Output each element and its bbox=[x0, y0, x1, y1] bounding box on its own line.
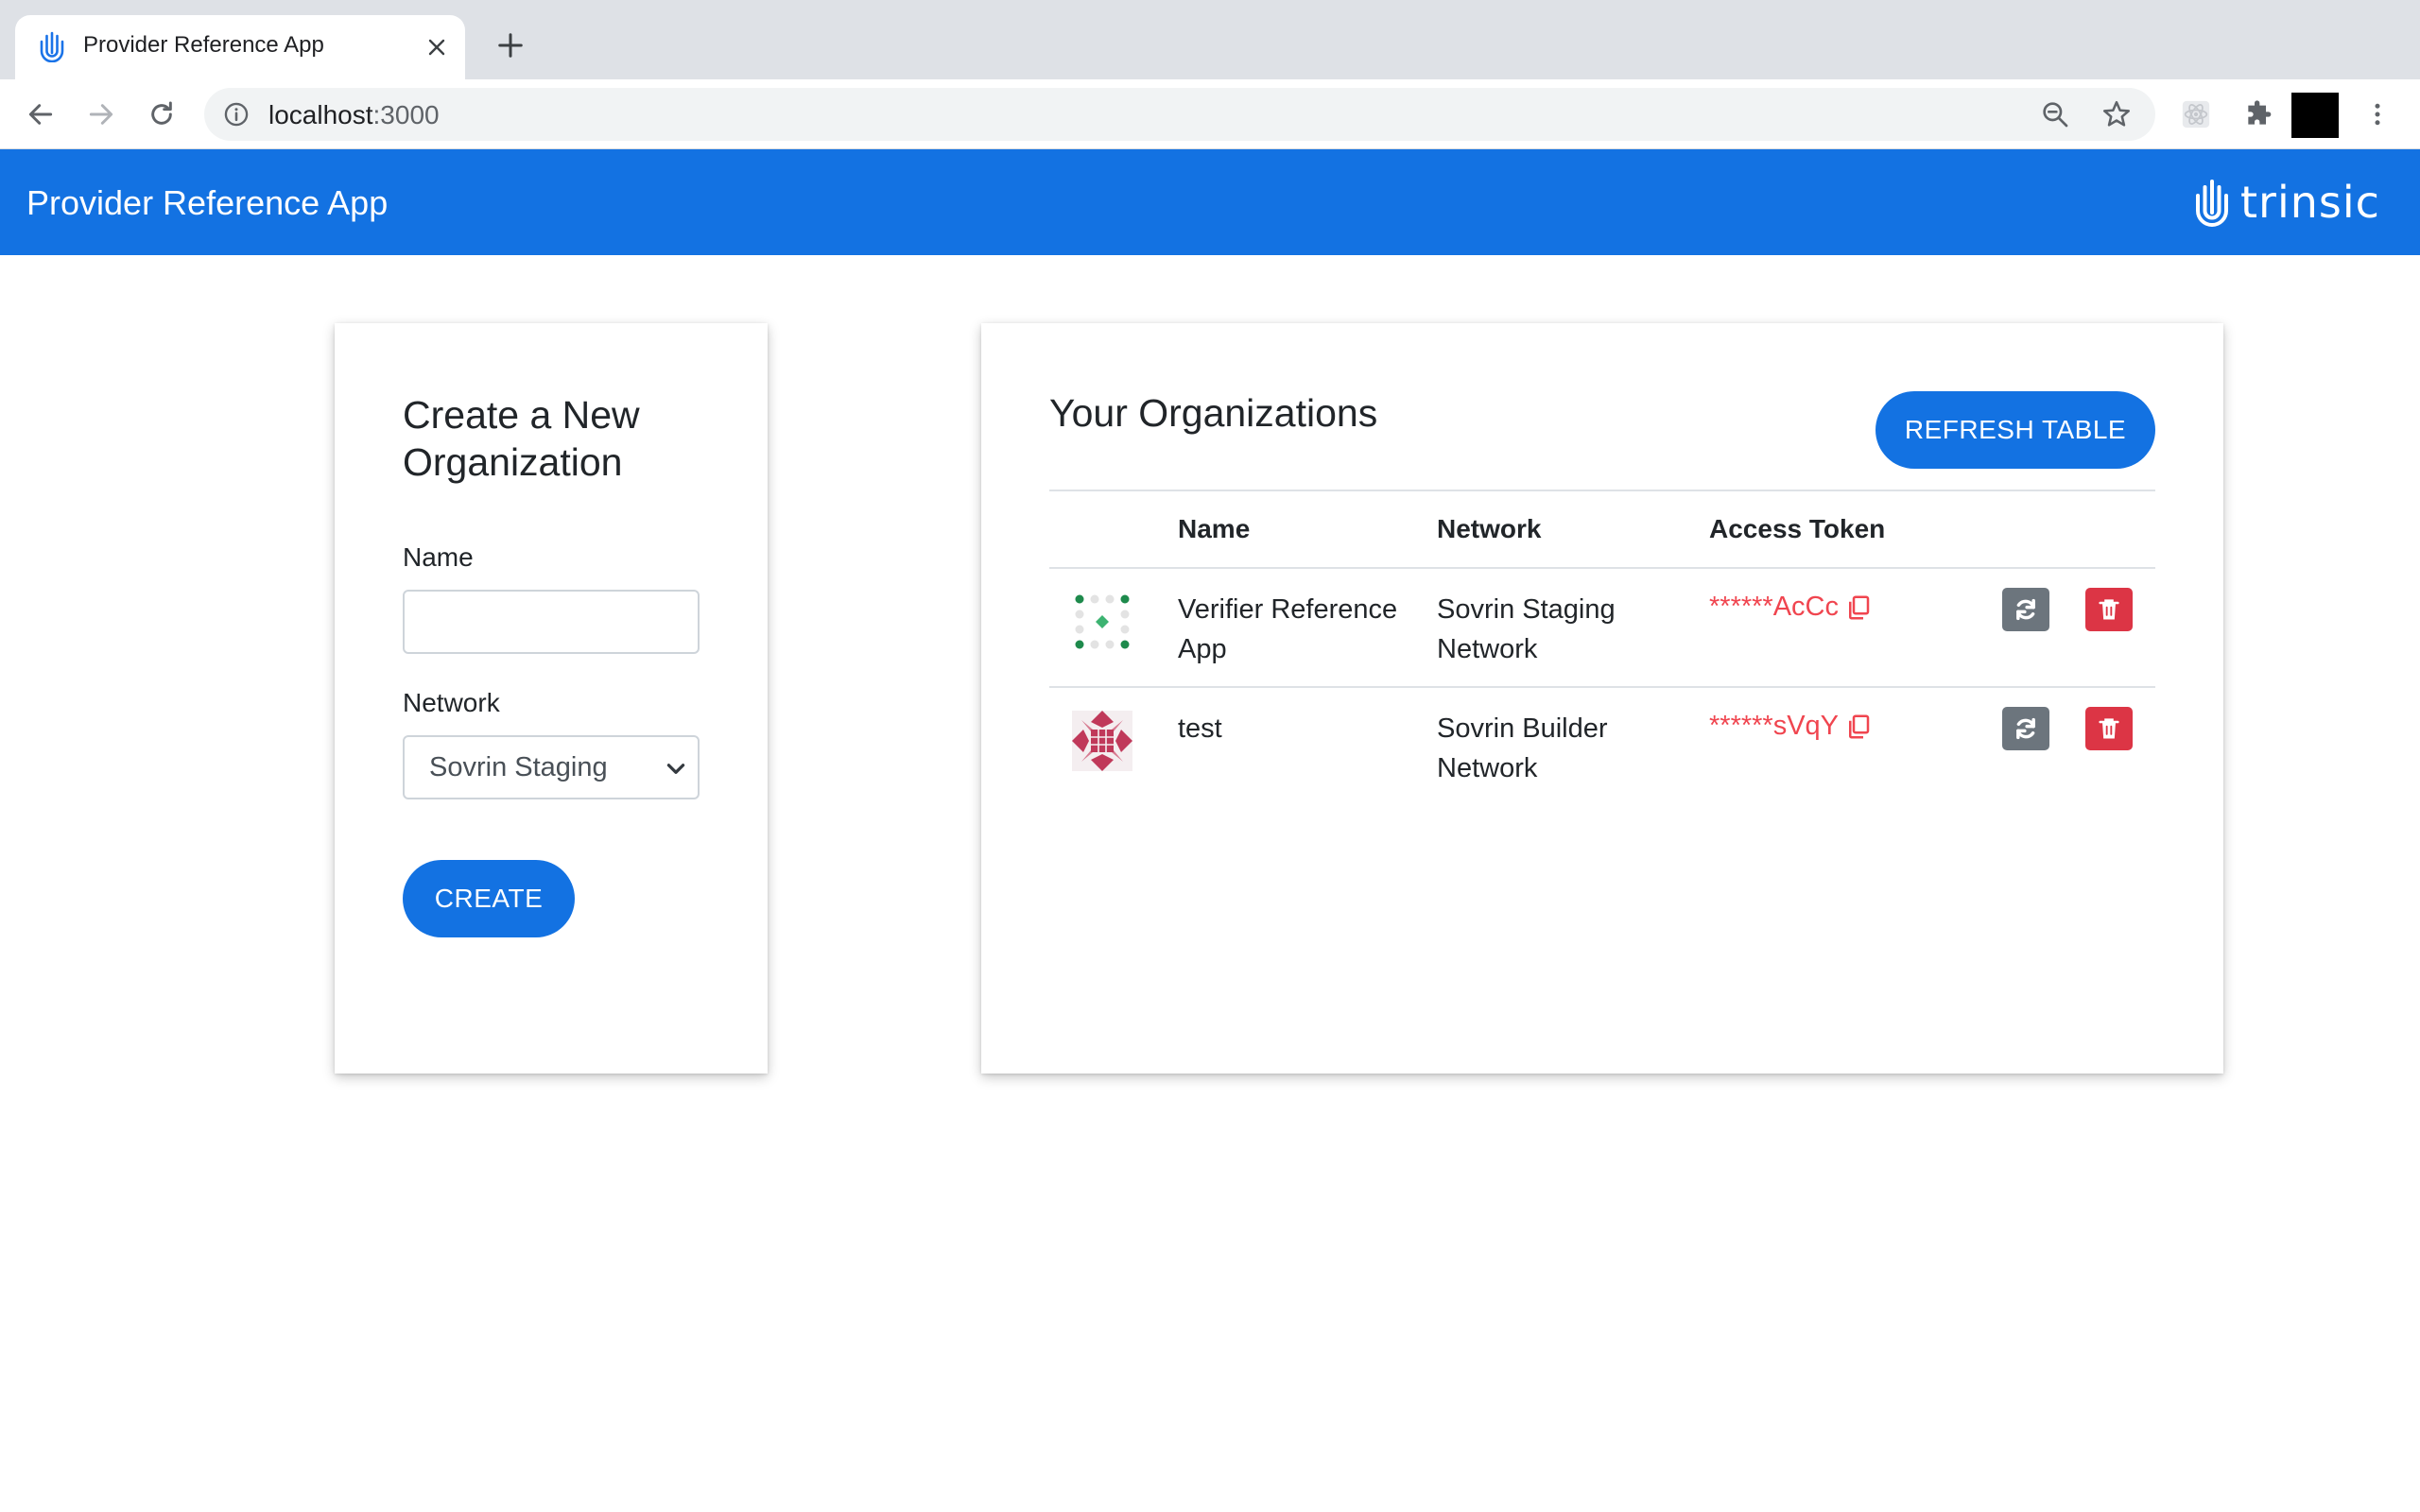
network-select[interactable]: Sovrin Staging bbox=[403, 735, 700, 799]
organizations-title: Your Organizations bbox=[1049, 391, 1378, 435]
regenerate-token-button[interactable] bbox=[2002, 588, 2049, 631]
org-identicon-avatar bbox=[1072, 592, 1132, 652]
access-token-value: ******sVqY bbox=[1709, 711, 1840, 741]
access-token-value: ******AcCc bbox=[1709, 592, 1839, 622]
site-info-icon[interactable] bbox=[223, 101, 250, 128]
network-label: Network bbox=[403, 688, 500, 717]
app-title[interactable]: Provider Reference App bbox=[26, 183, 388, 223]
refresh-table-button[interactable]: REFRESH TABLE bbox=[1876, 391, 2155, 469]
chevron-down-icon bbox=[664, 756, 688, 781]
org-name: test bbox=[1178, 713, 1222, 744]
browser-tabstrip: Provider Reference App bbox=[0, 0, 2420, 79]
bookmark-star-icon[interactable] bbox=[2100, 98, 2133, 130]
trash-icon bbox=[2099, 599, 2119, 620]
name-label: Name bbox=[403, 542, 474, 572]
trinsic-hand-icon bbox=[2196, 180, 2228, 227]
org-identicon-avatar bbox=[1072, 711, 1132, 771]
copy-icon[interactable] bbox=[1844, 593, 1873, 622]
access-token[interactable]: ******sVqY bbox=[1709, 711, 1873, 742]
address-bar[interactable]: localhost:3000 bbox=[204, 88, 2155, 141]
back-arrow-icon[interactable] bbox=[19, 93, 62, 136]
more-menu-icon[interactable] bbox=[2360, 96, 2395, 132]
forward-arrow-icon[interactable] bbox=[79, 93, 123, 136]
create-organization-card: Create a New Organization Name Network S… bbox=[335, 323, 768, 1074]
new-tab-icon[interactable] bbox=[492, 26, 529, 64]
name-input[interactable] bbox=[403, 590, 700, 654]
trinsic-logo[interactable]: trinsic bbox=[2193, 174, 2380, 231]
reload-icon[interactable] bbox=[140, 93, 183, 136]
profile-avatar[interactable] bbox=[2291, 93, 2339, 138]
tab-title: Provider Reference App bbox=[83, 32, 324, 58]
refresh-icon bbox=[2016, 717, 2035, 740]
delete-organization-button[interactable] bbox=[2085, 707, 2133, 750]
close-tab-icon[interactable] bbox=[420, 30, 454, 64]
zoom-icon[interactable] bbox=[2040, 99, 2070, 129]
url-text[interactable]: localhost:3000 bbox=[268, 100, 440, 130]
column-header-name: Name bbox=[1178, 514, 1251, 543]
url-host: localhost bbox=[268, 100, 373, 129]
create-button[interactable]: CREATE bbox=[403, 860, 575, 937]
access-token[interactable]: ******AcCc bbox=[1709, 592, 1873, 623]
trash-icon bbox=[2099, 718, 2119, 739]
app-navbar: Provider Reference App trinsic bbox=[0, 149, 2420, 255]
network-select-value: Sovrin Staging bbox=[429, 751, 608, 782]
delete-organization-button[interactable] bbox=[2085, 588, 2133, 631]
brand-name: trinsic bbox=[2240, 177, 2380, 228]
refresh-icon bbox=[2016, 598, 2035, 621]
column-header-access-token: Access Token bbox=[1709, 514, 1886, 543]
column-header-network: Network bbox=[1437, 514, 1542, 543]
organizations-table: Name Network Access Token Verifier Refer… bbox=[1049, 490, 2155, 807]
url-port: :3000 bbox=[372, 100, 440, 129]
trinsic-favicon-icon bbox=[38, 30, 66, 63]
browser-tab[interactable]: Provider Reference App bbox=[15, 15, 465, 79]
org-network: Sovrin Staging Network bbox=[1437, 594, 1616, 664]
org-network: Sovrin Builder Network bbox=[1437, 713, 1608, 783]
copy-icon[interactable] bbox=[1844, 713, 1873, 741]
organizations-card: Your Organizations REFRESH TABLE Name Ne… bbox=[981, 323, 2223, 1074]
react-devtools-extension-icon[interactable] bbox=[2178, 96, 2214, 132]
regenerate-token-button[interactable] bbox=[2002, 707, 2049, 750]
table-row: test Sovrin Builder Network ******sVqY bbox=[1049, 688, 2155, 807]
org-name: Verifier Reference App bbox=[1178, 594, 1398, 664]
extensions-puzzle-icon[interactable] bbox=[2240, 96, 2276, 132]
create-organization-title: Create a New Organization bbox=[403, 393, 640, 484]
table-header: Name Network Access Token bbox=[1049, 490, 2155, 569]
table-row: Verifier Reference App Sovrin Staging Ne… bbox=[1049, 569, 2155, 688]
browser-toolbar: localhost:3000 bbox=[0, 79, 2420, 149]
